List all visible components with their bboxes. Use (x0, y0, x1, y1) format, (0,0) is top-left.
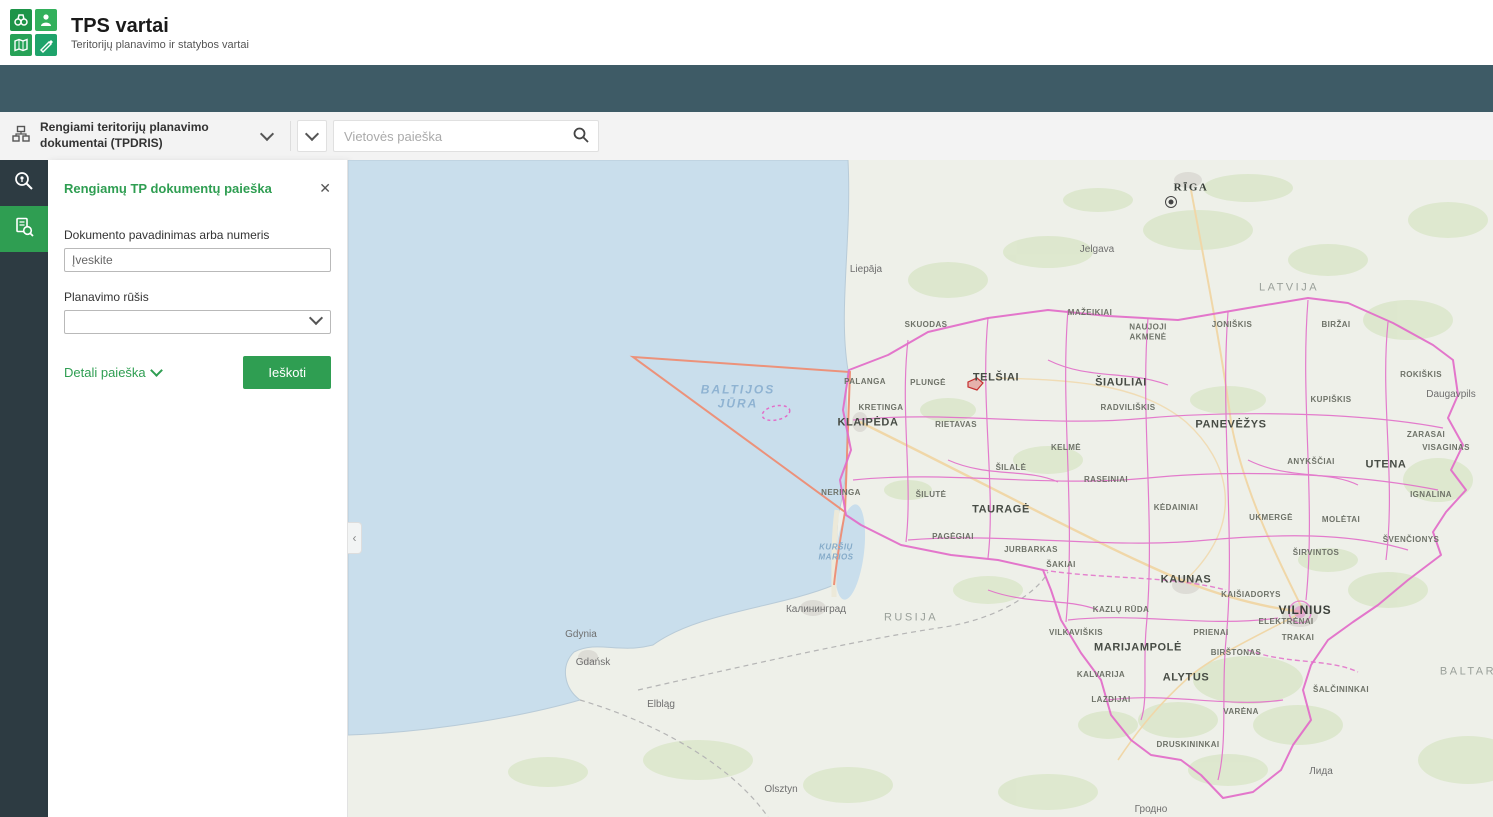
search-button[interactable] (564, 121, 598, 151)
sidebar-item-document-search[interactable] (0, 206, 48, 252)
panel-title: Rengiamų TP dokumentų paieška (64, 181, 272, 196)
chevron-down-icon (305, 127, 319, 141)
map-viewport[interactable]: ‹ (348, 160, 1493, 817)
app-header: TPS vartai Teritorijų planavimo ir staty… (0, 0, 1493, 65)
search-icon (572, 126, 590, 147)
main-area: Rengiamų TP dokumentų paieška ✕ Dokument… (0, 160, 1493, 817)
chevron-down-icon (150, 364, 163, 377)
person-icon (35, 9, 57, 31)
binoculars-icon (10, 9, 32, 31)
search-submit-button[interactable]: Ieškoti (243, 356, 331, 389)
map-search-icon (13, 170, 35, 197)
close-button[interactable]: ✕ (313, 178, 337, 199)
location-search-input[interactable] (334, 122, 564, 150)
planning-type-label: Planavimo rūšis (64, 290, 331, 304)
planning-type-select[interactable] (64, 310, 331, 334)
app-logo (10, 9, 57, 56)
chevron-down-icon (260, 127, 274, 141)
detail-search-link[interactable]: Detali paieška (64, 365, 161, 380)
chevron-left-icon: ‹ (353, 531, 357, 545)
document-search-panel: Rengiamų TP dokumentų paieška ✕ Dokument… (48, 160, 348, 817)
close-icon: ✕ (319, 180, 331, 196)
map-icon (10, 34, 32, 56)
map-toolbar: Rengiami teritorijų planavimo dokumentai… (0, 112, 1493, 160)
doc-name-input[interactable] (64, 248, 331, 272)
layer-selector-label: Rengiami teritorijų planavimo dokumentai… (40, 120, 252, 151)
search-category-select[interactable] (297, 120, 327, 152)
toolbar-divider (290, 121, 291, 151)
page-subtitle: Teritorijų planavimo ir statybos vartai (71, 39, 249, 51)
document-search-icon (13, 216, 35, 243)
doc-name-label: Dokumento pavadinimas arba numeris (64, 228, 331, 242)
sidebar-item-map-search[interactable] (0, 160, 48, 206)
panel-collapse-handle[interactable]: ‹ (348, 522, 362, 554)
sitemap-icon (12, 125, 30, 148)
layer-selector[interactable]: Rengiami teritorijų planavimo dokumentai… (0, 112, 284, 160)
top-nav-bar (0, 65, 1493, 112)
location-search (333, 120, 599, 152)
ruler-pen-icon (35, 34, 57, 56)
map-canvas[interactable] (348, 160, 1493, 817)
sidebar (0, 160, 48, 817)
page-title: TPS vartai (71, 15, 249, 37)
